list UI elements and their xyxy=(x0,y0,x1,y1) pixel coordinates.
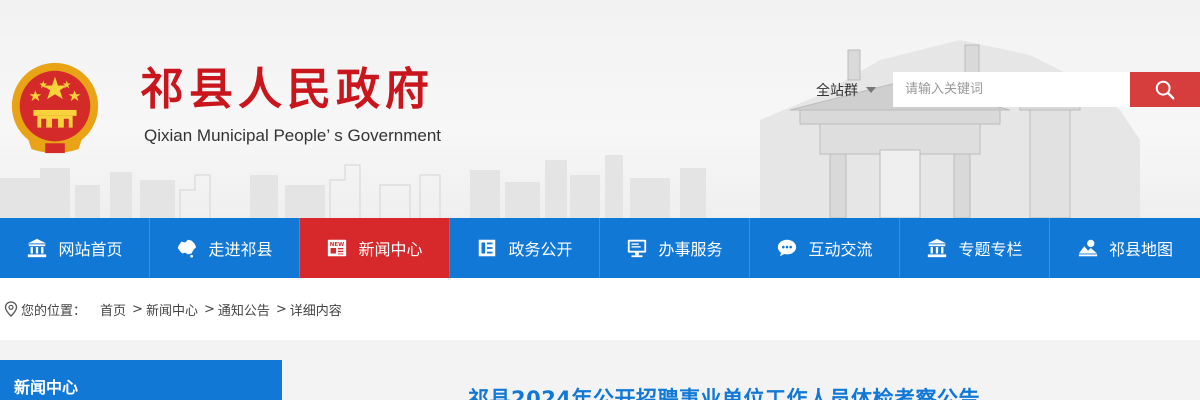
nav-item-about[interactable]: 走进祁县 xyxy=(150,218,300,278)
nav-item-label: 办事服务 xyxy=(658,240,723,259)
sidebar-heading: 新闻中心 xyxy=(0,360,282,400)
national-emblem-icon xyxy=(11,62,99,154)
nav-item-services[interactable]: 办事服务 xyxy=(600,218,750,278)
site-title: 祁县人民政府 xyxy=(140,64,434,115)
nav-item-interaction[interactable]: 互动交流 xyxy=(750,218,900,278)
breadcrumb-current: 详细内容 xyxy=(289,303,342,319)
breadcrumb-home-link[interactable]: 首页 xyxy=(100,300,126,319)
svg-text:NEW: NEW xyxy=(330,242,344,248)
article-title: 祁县2024年公开招聘事业单位工作人员体检考察公告 xyxy=(468,387,980,400)
search-icon xyxy=(1155,80,1175,99)
nav-item-special-topics[interactable]: 专题专栏 xyxy=(900,218,1050,278)
search-scope-dropdown[interactable]: 全站群 xyxy=(816,80,876,100)
landscape-map-icon xyxy=(1078,239,1098,257)
document-icon xyxy=(479,239,496,257)
news-icon: NEW xyxy=(328,239,347,257)
main-nav: 网站首页 走进祁县 NEW 新闻中心 政务公开 办事服务 互动交流 专题专栏 祁… xyxy=(0,218,1200,278)
breadcrumb-notices-link[interactable]: 通知公告 xyxy=(218,300,270,319)
dropdown-triangle-icon xyxy=(866,87,876,93)
nav-item-news[interactable]: NEW 新闻中心 xyxy=(300,218,450,278)
breadcrumb-separator: > xyxy=(275,301,287,317)
monitor-icon xyxy=(628,239,647,258)
nav-item-label: 专题专栏 xyxy=(958,240,1023,259)
breadcrumb: 您的位置： 首页 > 新闻中心 > 通知公告 > 详细内容 xyxy=(0,278,1200,340)
search-input[interactable] xyxy=(893,72,1130,107)
nav-item-label: 新闻中心 xyxy=(358,240,423,259)
nav-item-label: 政务公开 xyxy=(508,240,573,259)
breadcrumb-separator: > xyxy=(203,301,215,317)
nav-item-label: 网站首页 xyxy=(58,240,123,259)
chat-bubble-icon xyxy=(778,239,797,257)
nav-item-home[interactable]: 网站首页 xyxy=(0,218,150,278)
search-scope-label: 全站群 xyxy=(816,83,858,99)
breadcrumb-separator: > xyxy=(132,301,143,317)
government-building-icon xyxy=(28,238,47,258)
nav-item-label: 走进祁县 xyxy=(208,240,273,259)
site-subtitle: Qixian Municipal People’ s Government xyxy=(144,126,442,145)
nav-item-label: 祁县地图 xyxy=(1108,240,1173,259)
location-pin-icon xyxy=(4,301,18,317)
nav-item-government-affairs[interactable]: 政务公开 xyxy=(450,218,600,278)
columns-building-icon xyxy=(928,238,947,258)
breadcrumb-news-link[interactable]: 新闻中心 xyxy=(146,300,198,319)
china-map-icon xyxy=(178,239,197,258)
breadcrumb-label: 您的位置： xyxy=(21,303,87,319)
nav-item-county-map[interactable]: 祁县地图 xyxy=(1050,218,1200,278)
site-header: 祁县人民政府 Qixian Municipal People’ s Govern… xyxy=(0,0,1200,218)
nav-item-label: 互动交流 xyxy=(808,240,873,259)
search-button[interactable] xyxy=(1130,72,1200,107)
